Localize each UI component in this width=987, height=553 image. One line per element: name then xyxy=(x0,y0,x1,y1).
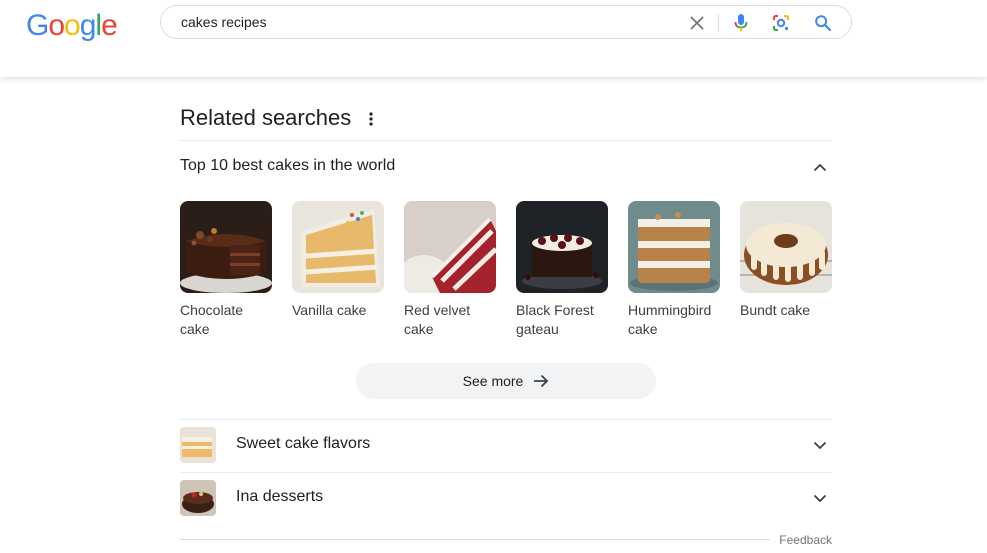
voice-search-button[interactable] xyxy=(729,11,753,35)
chevron-up-icon xyxy=(810,157,830,177)
microphone-icon xyxy=(734,14,748,32)
thumbnail xyxy=(180,427,216,463)
logo-letter: o xyxy=(64,9,81,42)
see-more-button[interactable]: See more xyxy=(356,363,656,399)
tile-black-forest-gateau[interactable]: Black Forest gateau xyxy=(516,201,608,339)
thumbnail xyxy=(180,480,216,516)
search-divider xyxy=(718,14,719,32)
related-row-sweet-cake-flavors[interactable]: Sweet cake flavors xyxy=(180,419,832,471)
accordion-top-cakes[interactable]: Top 10 best cakes in the world xyxy=(180,141,832,191)
tile-vanilla-cake[interactable]: Vanilla cake xyxy=(292,201,384,320)
see-more-label: See more xyxy=(462,373,524,389)
logo-letter: e xyxy=(101,9,118,42)
tile-hummingbird-cake[interactable]: Hummingbird cake xyxy=(628,201,720,339)
clear-search-button[interactable] xyxy=(685,11,709,35)
cake-tiles: Chocolate cake Vanilla cake Red velvet c… xyxy=(180,201,832,341)
related-row-ina-desserts[interactable]: Ina desserts xyxy=(180,472,832,524)
tile-label: Vanilla cake xyxy=(292,302,367,318)
tile-red-velvet-cake[interactable]: Red velvet cake xyxy=(404,201,496,339)
search-box xyxy=(160,5,852,39)
tile-label: Hummingbird cake xyxy=(628,302,712,337)
thumbnail xyxy=(292,201,384,293)
logo-letter: G xyxy=(26,9,49,42)
thumbnail xyxy=(180,201,272,293)
lens-search-button[interactable] xyxy=(769,11,793,35)
chevron-down-icon xyxy=(810,435,830,455)
search-button[interactable] xyxy=(811,11,835,35)
related-searches-title: Related searches xyxy=(180,105,352,130)
close-icon xyxy=(690,16,704,30)
search-input[interactable] xyxy=(181,13,661,31)
thumbnail xyxy=(404,201,496,293)
tile-chocolate-cake[interactable]: Chocolate cake xyxy=(180,201,272,339)
row-label: Ina desserts xyxy=(236,488,324,505)
arrow-right-icon xyxy=(534,374,549,388)
divider xyxy=(180,539,770,540)
logo-letter: g xyxy=(79,9,97,42)
top-header: Google xyxy=(0,0,987,77)
more-vert-icon xyxy=(369,112,373,126)
tile-label: Red velvet cake xyxy=(404,302,471,337)
tile-label: Bundt cake xyxy=(740,302,811,318)
tile-label: Black Forest gateau xyxy=(516,302,594,337)
row-label: Sweet cake flavors xyxy=(236,435,371,452)
thumbnail xyxy=(516,201,608,293)
google-logo[interactable]: Google xyxy=(26,9,118,43)
chevron-down-icon xyxy=(810,488,830,508)
tile-label: Chocolate cake xyxy=(180,302,244,337)
thumbnail xyxy=(628,201,720,293)
logo-letter: o xyxy=(48,9,65,42)
feedback-link[interactable]: Feedback xyxy=(779,533,832,547)
thumbnail xyxy=(740,201,832,293)
search-icon xyxy=(815,15,832,32)
accordion-title: Top 10 best cakes in the world xyxy=(180,157,396,174)
google-lens-icon xyxy=(773,15,789,31)
more-options-button[interactable] xyxy=(364,109,378,129)
tile-bundt-cake[interactable]: Bundt cake xyxy=(740,201,832,320)
